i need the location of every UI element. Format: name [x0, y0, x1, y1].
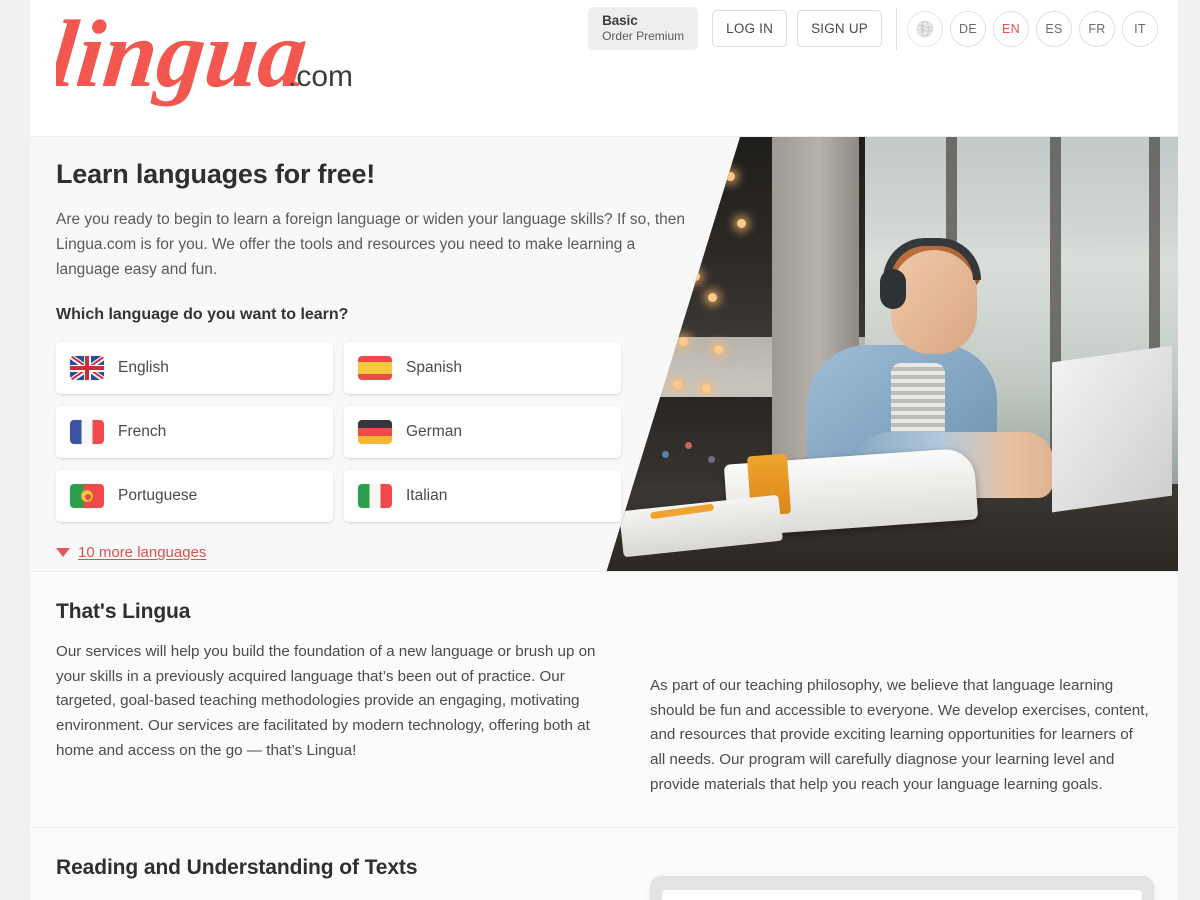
reading-exercise-preview[interactable]: Mi nueva casa Yo vivo en Granada. Es una…: [650, 876, 1154, 900]
site-logo[interactable]: lingua .com: [56, 4, 396, 114]
reading-section: Reading and Understanding of Texts Inter…: [30, 827, 1178, 900]
hero-content: Learn languages for free! Are you ready …: [56, 159, 716, 561]
about-title: That's Lingua: [56, 600, 191, 623]
svg-text:lingua: lingua: [56, 4, 312, 107]
language-card-spanish[interactable]: Spanish: [344, 342, 621, 395]
lang-circle-es[interactable]: ES: [1036, 10, 1072, 47]
chevron-down-icon: [56, 548, 70, 558]
hero-title: Learn languages for free!: [56, 159, 376, 189]
language-label: Spanish: [406, 359, 463, 377]
plan-title: Basic: [602, 13, 638, 28]
site-header: lingua .com Basic Order Premium LOG IN S…: [30, 0, 1178, 137]
language-card-german[interactable]: German: [344, 406, 621, 459]
lang-circle-en[interactable]: EN: [993, 10, 1029, 47]
more-languages-label: 10 more languages: [78, 544, 207, 562]
content-container: lingua .com Basic Order Premium LOG IN S…: [30, 0, 1178, 900]
lang-circle-de[interactable]: DE: [950, 10, 986, 47]
flag-italy-icon: [358, 484, 392, 509]
plan-subtitle: Order Premium: [602, 28, 685, 43]
globe-icon[interactable]: [907, 10, 943, 47]
flag-germany-icon: [358, 420, 392, 445]
reading-text: Interpretative skills are the foundation…: [56, 896, 622, 900]
login-button[interactable]: LOG IN: [712, 10, 788, 48]
language-label: Italian: [406, 487, 448, 505]
header-nav: Basic Order Premium LOG IN SIGN UP DE EN…: [588, 7, 1158, 51]
language-label: French: [118, 423, 167, 441]
flag-france-icon: [70, 420, 104, 445]
about-text-right: As part of our teaching philosophy, we b…: [650, 677, 1149, 793]
page-root: lingua .com Basic Order Premium LOG IN S…: [0, 0, 1200, 900]
language-prompt: Which language do you want to learn?: [56, 306, 349, 324]
flag-uk-icon: [70, 356, 104, 381]
about-columns: Our services will help you build the fou…: [56, 640, 1152, 797]
about-text-left: Our services will help you build the fou…: [56, 643, 596, 759]
hero-paragraph: Are you ready to begin to learn a foreig…: [56, 211, 686, 279]
flag-spain-icon: [358, 356, 392, 381]
nav-divider: [896, 7, 897, 50]
about-section: That's Lingua Our services will help you…: [30, 571, 1178, 828]
language-card-english[interactable]: English: [56, 342, 333, 395]
lang-circle-it[interactable]: IT: [1122, 10, 1158, 47]
language-label: Portuguese: [118, 487, 198, 505]
language-card-italian[interactable]: Italian: [344, 470, 621, 523]
language-card-french[interactable]: French: [56, 406, 333, 459]
language-card-portuguese[interactable]: Portuguese: [56, 470, 333, 523]
flag-portugal-icon: [70, 484, 104, 509]
signup-button[interactable]: SIGN UP: [797, 10, 882, 48]
language-label: English: [118, 359, 169, 377]
reading-title: Reading and Understanding of Texts: [56, 856, 418, 880]
hero-section: Learn languages for free! Are you ready …: [30, 137, 1178, 571]
language-label: German: [406, 423, 462, 441]
more-languages-toggle[interactable]: 10 more languages: [56, 544, 206, 561]
svg-text:.com: .com: [288, 60, 353, 93]
language-grid: English Spanish French German Portuguese: [56, 342, 621, 523]
language-switcher: DE EN ES FR IT: [907, 10, 1158, 47]
plan-badge[interactable]: Basic Order Premium: [588, 7, 699, 51]
lang-circle-fr[interactable]: FR: [1079, 10, 1115, 47]
